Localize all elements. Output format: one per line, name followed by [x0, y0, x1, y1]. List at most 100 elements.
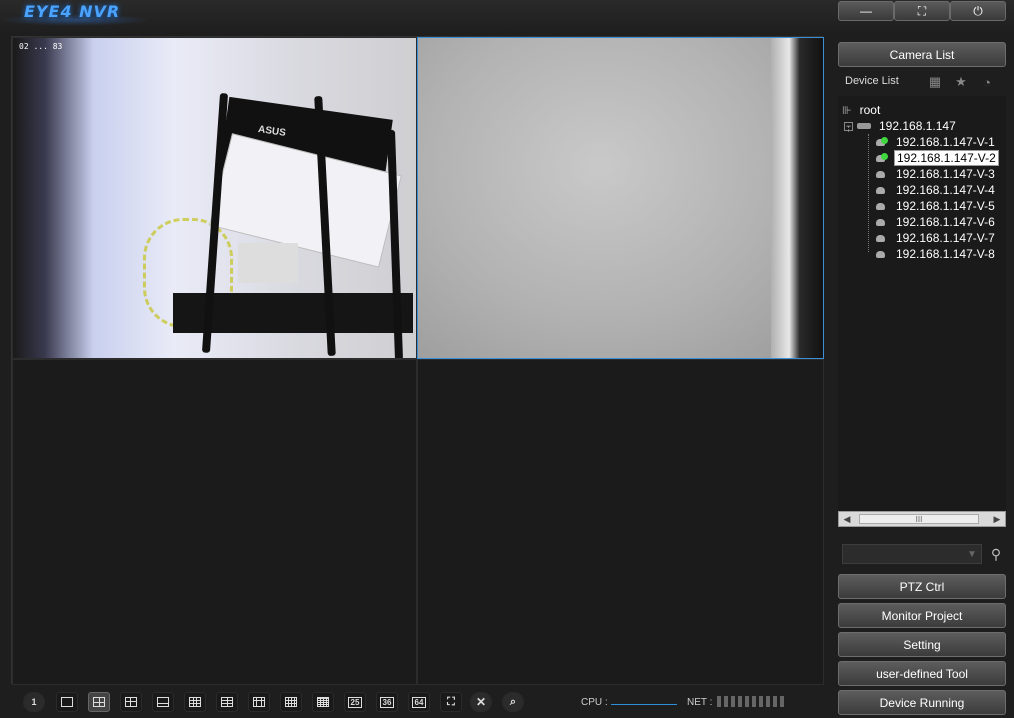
layout-6-button[interactable] [120, 692, 142, 712]
tree-channel-label: 192.168.1.147-V-2 [894, 150, 999, 166]
layout-64-label: 64 [411, 696, 427, 708]
single-view-label: 1 [31, 697, 37, 707]
layout-10-icon [221, 697, 233, 707]
layout-9-button[interactable] [184, 692, 206, 712]
layout-16-icon [285, 697, 297, 707]
tree-horizontal-scrollbar[interactable]: ◀ III ▶ [838, 511, 1006, 527]
net-meter [717, 696, 784, 707]
ptz-ctrl-label: PTZ Ctrl [899, 579, 945, 594]
scroll-thumb[interactable]: III [859, 514, 979, 524]
scroll-right-icon[interactable]: ▶ [990, 513, 1004, 525]
history-clock-icon[interactable]: ◔ [978, 74, 996, 90]
root-icon: ⊪ [842, 104, 852, 117]
close-all-button[interactable]: ✕ [470, 692, 492, 712]
layout-1-icon [61, 697, 73, 707]
fullscreen-button[interactable]: ⛶ [440, 692, 462, 712]
collapse-icon[interactable]: − [844, 121, 853, 131]
tree-channel-item[interactable]: 192.168.1.147-V-2 [876, 150, 999, 166]
camera-timestamp: 02 ... 83 [19, 42, 63, 51]
tree-channel-label: 192.168.1.147-V-8 [896, 247, 995, 261]
title-bar: EYE4 NVR — ⛶ ⏻ [0, 0, 1014, 34]
tree-channel-label: 192.168.1.147-V-3 [896, 167, 995, 181]
camera-list-label: Camera List [889, 47, 955, 62]
search-select[interactable] [842, 544, 982, 564]
user-defined-tool-label: user-defined Tool [876, 666, 968, 681]
device-grid-icon[interactable]: ▦ [926, 74, 944, 90]
tree-channel-item[interactable]: 192.168.1.147-V-7 [876, 230, 997, 246]
tree-channel-item[interactable]: 192.168.1.147-V-6 [876, 214, 997, 230]
app-logo: EYE4 NVR [24, 2, 121, 21]
camera-offline-icon [876, 185, 890, 195]
camera-offline-icon [876, 169, 890, 179]
favorites-star-icon[interactable]: ★ [952, 74, 970, 90]
maximize-button[interactable]: ⛶ [894, 1, 950, 21]
layout-20-button[interactable] [312, 692, 334, 712]
video-cell-1[interactable]: ASUS 02 ... 83 [12, 37, 417, 359]
device-list-header: Device List ▦ ★ ◔ [836, 72, 1008, 94]
camera-list-button[interactable]: Camera List [838, 42, 1006, 67]
tree-channel-item[interactable]: 192.168.1.147-V-3 [876, 166, 997, 182]
video-cell-4[interactable] [417, 359, 824, 685]
camera-offline-icon [876, 249, 890, 259]
layout-20-icon [317, 697, 329, 707]
tree-channel-item[interactable]: 192.168.1.147-V-8 [876, 246, 997, 262]
ptz-ctrl-button[interactable]: PTZ Ctrl [838, 574, 1006, 599]
magnifier-icon: ⌕ [509, 695, 517, 708]
scroll-thumb-grip: III [915, 514, 923, 524]
device-tree: ⊪ root − 192.168.1.147 192.168.1.147-V-1… [838, 96, 1006, 512]
layout-1-button[interactable] [56, 692, 78, 712]
layout-16-button[interactable] [280, 692, 302, 712]
maximize-icon: ⛶ [917, 3, 927, 18]
user-defined-tool-button[interactable]: user-defined Tool [838, 661, 1006, 686]
layout-10-button[interactable] [216, 692, 238, 712]
zoom-button[interactable]: ⌕ [502, 692, 524, 712]
monitor-project-button[interactable]: Monitor Project [838, 603, 1006, 628]
fullscreen-icon: ⛶ [447, 695, 455, 708]
camera-feed-2-edge [771, 38, 823, 358]
video-cell-3[interactable] [12, 359, 417, 685]
tree-device[interactable]: − 192.168.1.147 [844, 118, 958, 134]
tree-channel-label: 192.168.1.147-V-5 [896, 199, 995, 213]
minimize-button[interactable]: — [838, 1, 894, 21]
setting-label: Setting [903, 637, 941, 652]
search-icon[interactable]: ⚲ [987, 545, 1005, 563]
nvr-device-icon [857, 123, 871, 129]
search-row: ▼ ⚲ [836, 542, 1008, 566]
right-panel: Camera List Device List ▦ ★ ◔ ⊪ root − 1… [836, 36, 1008, 716]
monitor-project-label: Monitor Project [881, 608, 963, 623]
scroll-left-icon[interactable]: ◀ [840, 513, 854, 525]
device-list-label: Device List [845, 75, 899, 87]
layout-25-button[interactable]: 25 [344, 692, 366, 712]
device-running-button[interactable]: Device Running [838, 690, 1006, 715]
layout-8-button[interactable] [152, 692, 174, 712]
camera-online-icon [876, 137, 890, 147]
video-cell-2[interactable] [417, 37, 824, 359]
single-view-button[interactable]: 1 [23, 692, 45, 712]
cpu-meter [611, 704, 677, 705]
tree-channel-label: 192.168.1.147-V-6 [896, 215, 995, 229]
tree-channel-item[interactable]: 192.168.1.147-V-5 [876, 198, 997, 214]
layout-toolbar: 1 25 36 64 ⛶ ✕ ⌕ CPU : NET : [11, 688, 823, 716]
chevron-down-icon[interactable]: ▼ [964, 546, 980, 562]
tree-channel-item[interactable]: 192.168.1.147-V-1 [876, 134, 997, 150]
layout-64-button[interactable]: 64 [408, 692, 430, 712]
setting-button[interactable]: Setting [838, 632, 1006, 657]
power-icon: ⏻ [973, 3, 983, 18]
layout-9-icon [189, 697, 201, 707]
camera-offline-icon [876, 233, 890, 243]
layout-13-icon [253, 697, 265, 707]
tree-channel-item[interactable]: 192.168.1.147-V-4 [876, 182, 997, 198]
camera-offline-icon [876, 217, 890, 227]
device-running-label: Device Running [879, 695, 965, 710]
tree-device-label: 192.168.1.147 [879, 119, 956, 133]
layout-4-button[interactable] [88, 692, 110, 712]
camera-offline-icon [876, 201, 890, 211]
tree-root[interactable]: ⊪ root [842, 102, 882, 118]
layout-36-button[interactable]: 36 [376, 692, 398, 712]
power-button[interactable]: ⏻ [950, 1, 1006, 21]
minimize-icon: — [860, 4, 872, 18]
layout-13-button[interactable] [248, 692, 270, 712]
layout-6-icon [125, 697, 137, 707]
tree-connector [868, 134, 869, 252]
layout-25-label: 25 [347, 696, 363, 708]
